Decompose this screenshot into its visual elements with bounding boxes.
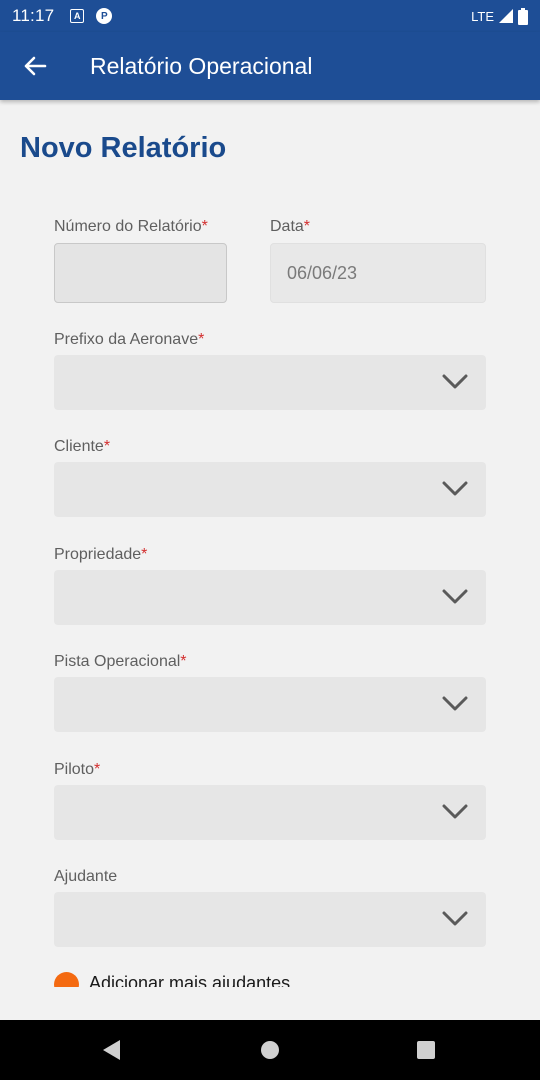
required-mark: * xyxy=(103,438,111,455)
required-mark: * xyxy=(198,331,205,348)
propriedade-label-text: Propriedade xyxy=(54,546,142,563)
numero-label-text: Número do Relatório xyxy=(54,218,202,235)
pista-label-text: Pista Operacional xyxy=(54,653,181,670)
chevron-down-icon xyxy=(442,911,468,926)
notification-app-icon: P xyxy=(96,8,113,24)
page-title: Novo Relatório xyxy=(20,132,227,164)
required-mark: * xyxy=(303,218,311,235)
chevron-down-icon xyxy=(442,481,468,496)
scroll-clip xyxy=(0,987,540,1020)
prefixo-label: Prefixo da Aeronave* xyxy=(54,331,204,349)
ajudante-label-text: Ajudante xyxy=(54,868,118,885)
required-mark: * xyxy=(201,218,208,235)
propriedade-label: Propriedade* xyxy=(54,546,147,564)
cliente-select[interactable] xyxy=(54,462,486,517)
ajudante-label: Ajudante xyxy=(54,868,117,886)
data-label-text: Data xyxy=(270,218,304,235)
chevron-down-icon xyxy=(442,589,468,604)
app-title: Relatório Operacional xyxy=(90,52,313,79)
ajudante-select[interactable] xyxy=(54,892,486,947)
cliente-label: Cliente* xyxy=(54,438,110,456)
chevron-down-icon xyxy=(442,374,468,389)
pista-select[interactable] xyxy=(54,677,486,732)
signal-icon xyxy=(499,9,513,23)
app-bar: Relatório Operacional xyxy=(0,32,540,100)
arrow-left-icon xyxy=(24,56,47,76)
nav-back-icon[interactable] xyxy=(103,1040,120,1060)
network-type: LTE xyxy=(471,8,494,24)
back-button[interactable] xyxy=(0,32,70,100)
status-bar: 11:17 A P LTE xyxy=(0,0,540,32)
required-mark: * xyxy=(180,653,187,670)
chevron-down-icon xyxy=(442,696,468,711)
numero-input[interactable] xyxy=(54,243,227,303)
required-mark: * xyxy=(94,761,101,778)
piloto-select[interactable] xyxy=(54,785,486,840)
pista-label: Pista Operacional* xyxy=(54,653,187,671)
data-label: Data* xyxy=(270,218,310,236)
notification-a-icon: A xyxy=(70,9,85,23)
piloto-label: Piloto* xyxy=(54,761,100,779)
battery-icon xyxy=(518,7,528,25)
required-mark: * xyxy=(141,546,148,563)
cliente-label-text: Cliente xyxy=(54,438,104,455)
prefixo-select[interactable] xyxy=(54,355,486,410)
chevron-down-icon xyxy=(442,804,468,819)
piloto-label-text: Piloto xyxy=(54,761,95,778)
nav-recents-icon[interactable] xyxy=(417,1041,435,1059)
status-time: 11:17 xyxy=(12,6,55,25)
data-input[interactable] xyxy=(270,243,486,303)
prefixo-label-text: Prefixo da Aeronave xyxy=(54,331,199,348)
propriedade-select[interactable] xyxy=(54,570,486,625)
numero-label: Número do Relatório* xyxy=(54,218,208,236)
nav-home-icon[interactable] xyxy=(261,1041,279,1059)
